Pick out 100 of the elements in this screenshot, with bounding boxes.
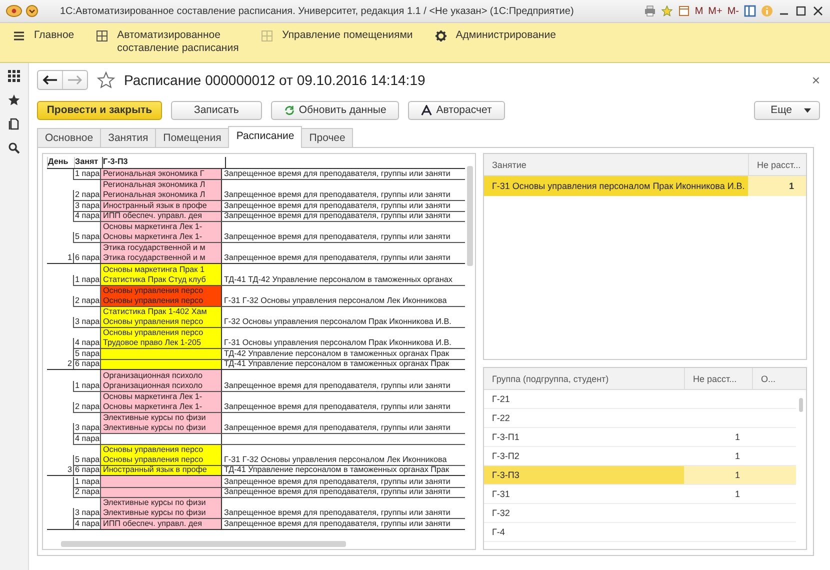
schedule-note: ТД-42 Управление персоналом в таможенных органах Прак <box>223 348 449 358</box>
schedule-cell[interactable]: Региональная экономика Г <box>100 168 222 179</box>
schedule-note: Запрещенное время для преподавателя, группы или заняти <box>223 381 450 391</box>
menu-icon[interactable] <box>13 30 25 42</box>
table-row[interactable]: Г-31 Основы управления персоналом Прак Иконникова И.В. 1 <box>484 176 806 196</box>
calendar-icon[interactable] <box>678 5 690 17</box>
section-link[interactable]: Управление помещениями <box>282 29 413 42</box>
schedule-note: Запрещенное время для преподавателя, группы или заняти <box>223 232 450 242</box>
schedule-cell[interactable]: Этика государственной и м Этика государственной и м <box>100 243 222 263</box>
schedule-note: Запрещенное время для преподавателя, группы или заняти <box>223 211 450 221</box>
schedule-cell[interactable]: Статистика Прак 1-402 Хам Основы управления персо <box>100 307 222 327</box>
schedule-cell[interactable]: Элективные курсы по физи Элективные курсы по физи <box>100 498 222 518</box>
table-row[interactable]: Г-31 1 <box>484 485 796 504</box>
app-logo-icon[interactable] <box>6 5 22 17</box>
star-icon[interactable] <box>660 5 673 17</box>
maximize-icon[interactable] <box>795 5 807 17</box>
table-row[interactable]: Г-21 <box>484 390 796 409</box>
grid-icon <box>96 30 108 42</box>
schedule-cell[interactable]: Основы управления персо Основы управления персо <box>100 444 222 464</box>
column-header: Занят <box>74 157 102 168</box>
toolbar-button[interactable]: Провести и закрыть <box>37 100 162 120</box>
search-icon[interactable] <box>8 142 20 154</box>
day-cell-text: 3 <box>66 464 73 475</box>
table-cell-text: Г-4 <box>491 526 506 539</box>
close-icon[interactable] <box>812 5 824 17</box>
section-link[interactable]: Автоматизированное составление расписания <box>117 29 240 55</box>
schedule-note: Г-31 Г-32 Основы управления персоналом Лек Иконникова <box>223 296 447 306</box>
grid-icon <box>261 30 274 42</box>
schedule-note: Запрещенное время для преподавателя, группы или заняти <box>223 487 450 497</box>
schedule-note: Запрещенное время для преподавателя, группы или заняти <box>223 169 450 179</box>
table-cell-text: Г-3-П1 <box>491 431 520 444</box>
memory-key[interactable]: M <box>694 6 704 16</box>
table-row[interactable]: Г-3-П1 1 <box>484 428 796 447</box>
schedule-cell[interactable]: Элективные курсы по физи Элективные курсы по физи <box>100 413 222 433</box>
schedule-cell[interactable]: Основы маркетинга Лек 1- Основы маркетинга Лек 1- <box>100 392 222 412</box>
toolbar-button[interactable]: Авторасчет <box>408 100 505 120</box>
column-header: Не расст... <box>684 368 752 389</box>
schedule-cell[interactable]: Основы маркетинга Прак 1 Статистика Прак Студ клуб <box>100 264 222 285</box>
section-link[interactable]: Администрирование <box>456 29 556 42</box>
column-header: О... <box>752 368 806 389</box>
schedule-note: Запрещенное время для преподавателя, группы или заняти <box>223 200 450 210</box>
schedule-cell[interactable] <box>100 476 222 486</box>
table-cell: 1 <box>734 489 740 499</box>
schedule-cell[interactable]: ИПП обеспеч. управл. дея <box>100 519 222 528</box>
table-cell-text: Г-21 <box>491 393 511 406</box>
tab[interactable]: Расписание <box>228 126 302 148</box>
table-cell-text: Г-3-П2 <box>491 450 520 463</box>
tab[interactable]: Помещения <box>155 128 230 147</box>
star-outline-icon[interactable] <box>97 71 115 89</box>
table-cell-text: Г-32 <box>491 507 511 520</box>
schedule-note: Г-31 Г-32 Основы управления персоналом Лек Иконникова <box>223 454 447 464</box>
table-row[interactable]: Г-32 <box>484 504 796 523</box>
settings-icon <box>434 30 447 42</box>
day-cell-text: 2 <box>66 358 73 369</box>
schedule-cell[interactable]: Основы маркетинга Лек 1- Основы маркетинга Лек 1- <box>100 222 222 242</box>
schedule-note: Запрещенное время для преподавателя, группы или заняти <box>223 423 450 433</box>
schedule-cell[interactable]: Основы управления персо Основы управления персо <box>100 286 222 306</box>
table-row[interactable]: Г-3-П3 1 <box>484 466 796 485</box>
printer-icon[interactable] <box>644 5 656 17</box>
schedule-cell[interactable] <box>100 488 222 497</box>
column-header: Г-3-П3 <box>102 157 226 168</box>
schedule-cell[interactable]: Организационная психоло Организационная психоло <box>100 370 222 391</box>
toolbar-button[interactable]: Записать <box>171 100 262 120</box>
memory-key[interactable]: M- <box>727 6 739 16</box>
panel-icon[interactable] <box>744 5 756 17</box>
schedule-cell[interactable] <box>100 434 222 444</box>
more-button[interactable]: Еще <box>754 100 820 120</box>
tab[interactable]: Основное <box>37 128 102 147</box>
schedule-cell[interactable] <box>100 349 222 358</box>
favorites-icon[interactable] <box>8 94 20 106</box>
memory-key[interactable]: M+ <box>708 6 722 16</box>
schedule-note: Г-31 Основы управления персоналом Прак Иконникова И.В. <box>223 338 452 348</box>
tab[interactable]: Занятия <box>100 128 156 147</box>
font-icon <box>421 104 432 116</box>
documents-icon[interactable] <box>8 118 20 130</box>
schedule-note: ТД-41 Управление персоналом в таможенных органах Прак <box>223 465 449 475</box>
schedule-cell[interactable] <box>100 360 222 369</box>
schedule-cell[interactable]: Основы управления персо Трудовое право Лек 1-205 <box>100 328 222 348</box>
column-header: День <box>47 157 74 168</box>
schedule-cell[interactable]: ИПП обеспеч. управл. дея <box>100 212 222 221</box>
section-link[interactable]: Главное <box>34 29 74 42</box>
dropdown-icon[interactable] <box>26 5 38 17</box>
schedule-note: Запрещенное время для преподавателя, группы или заняти <box>223 253 450 263</box>
tab[interactable]: Прочее <box>301 128 354 147</box>
column-header: Группа (подгруппа, студент) <box>491 372 610 386</box>
toolbar-button[interactable]: Обновить данные <box>270 100 400 120</box>
apps-icon[interactable] <box>8 70 20 82</box>
table-cell: 1 <box>734 451 740 461</box>
schedule-note: Запрещенное время для преподавателя, группы или заняти <box>223 402 450 412</box>
schedule-note: Запрещенное время для преподавателя, группы или заняти <box>223 476 450 486</box>
schedule-cell[interactable]: Региональная экономика Л Региональная экономика Л <box>100 180 222 200</box>
table-cell: 1 <box>748 176 806 196</box>
schedule-note: Запрещенное время для преподавателя, группы или заняти <box>223 190 450 200</box>
table-row[interactable]: Г-4 <box>484 523 796 542</box>
schedule-note: Запрещенное время для преподавателя, группы или заняти <box>223 518 450 528</box>
close-button[interactable]: × <box>812 72 820 88</box>
schedule-cell[interactable]: Иностранный язык в профе <box>100 201 222 210</box>
table-cell: Г-31 Основы управления персоналом Прак Иконникова И.В. <box>484 176 748 196</box>
table-row[interactable]: Г-22 <box>484 409 796 428</box>
schedule-cell[interactable]: Иностранный язык в профе <box>100 466 222 475</box>
